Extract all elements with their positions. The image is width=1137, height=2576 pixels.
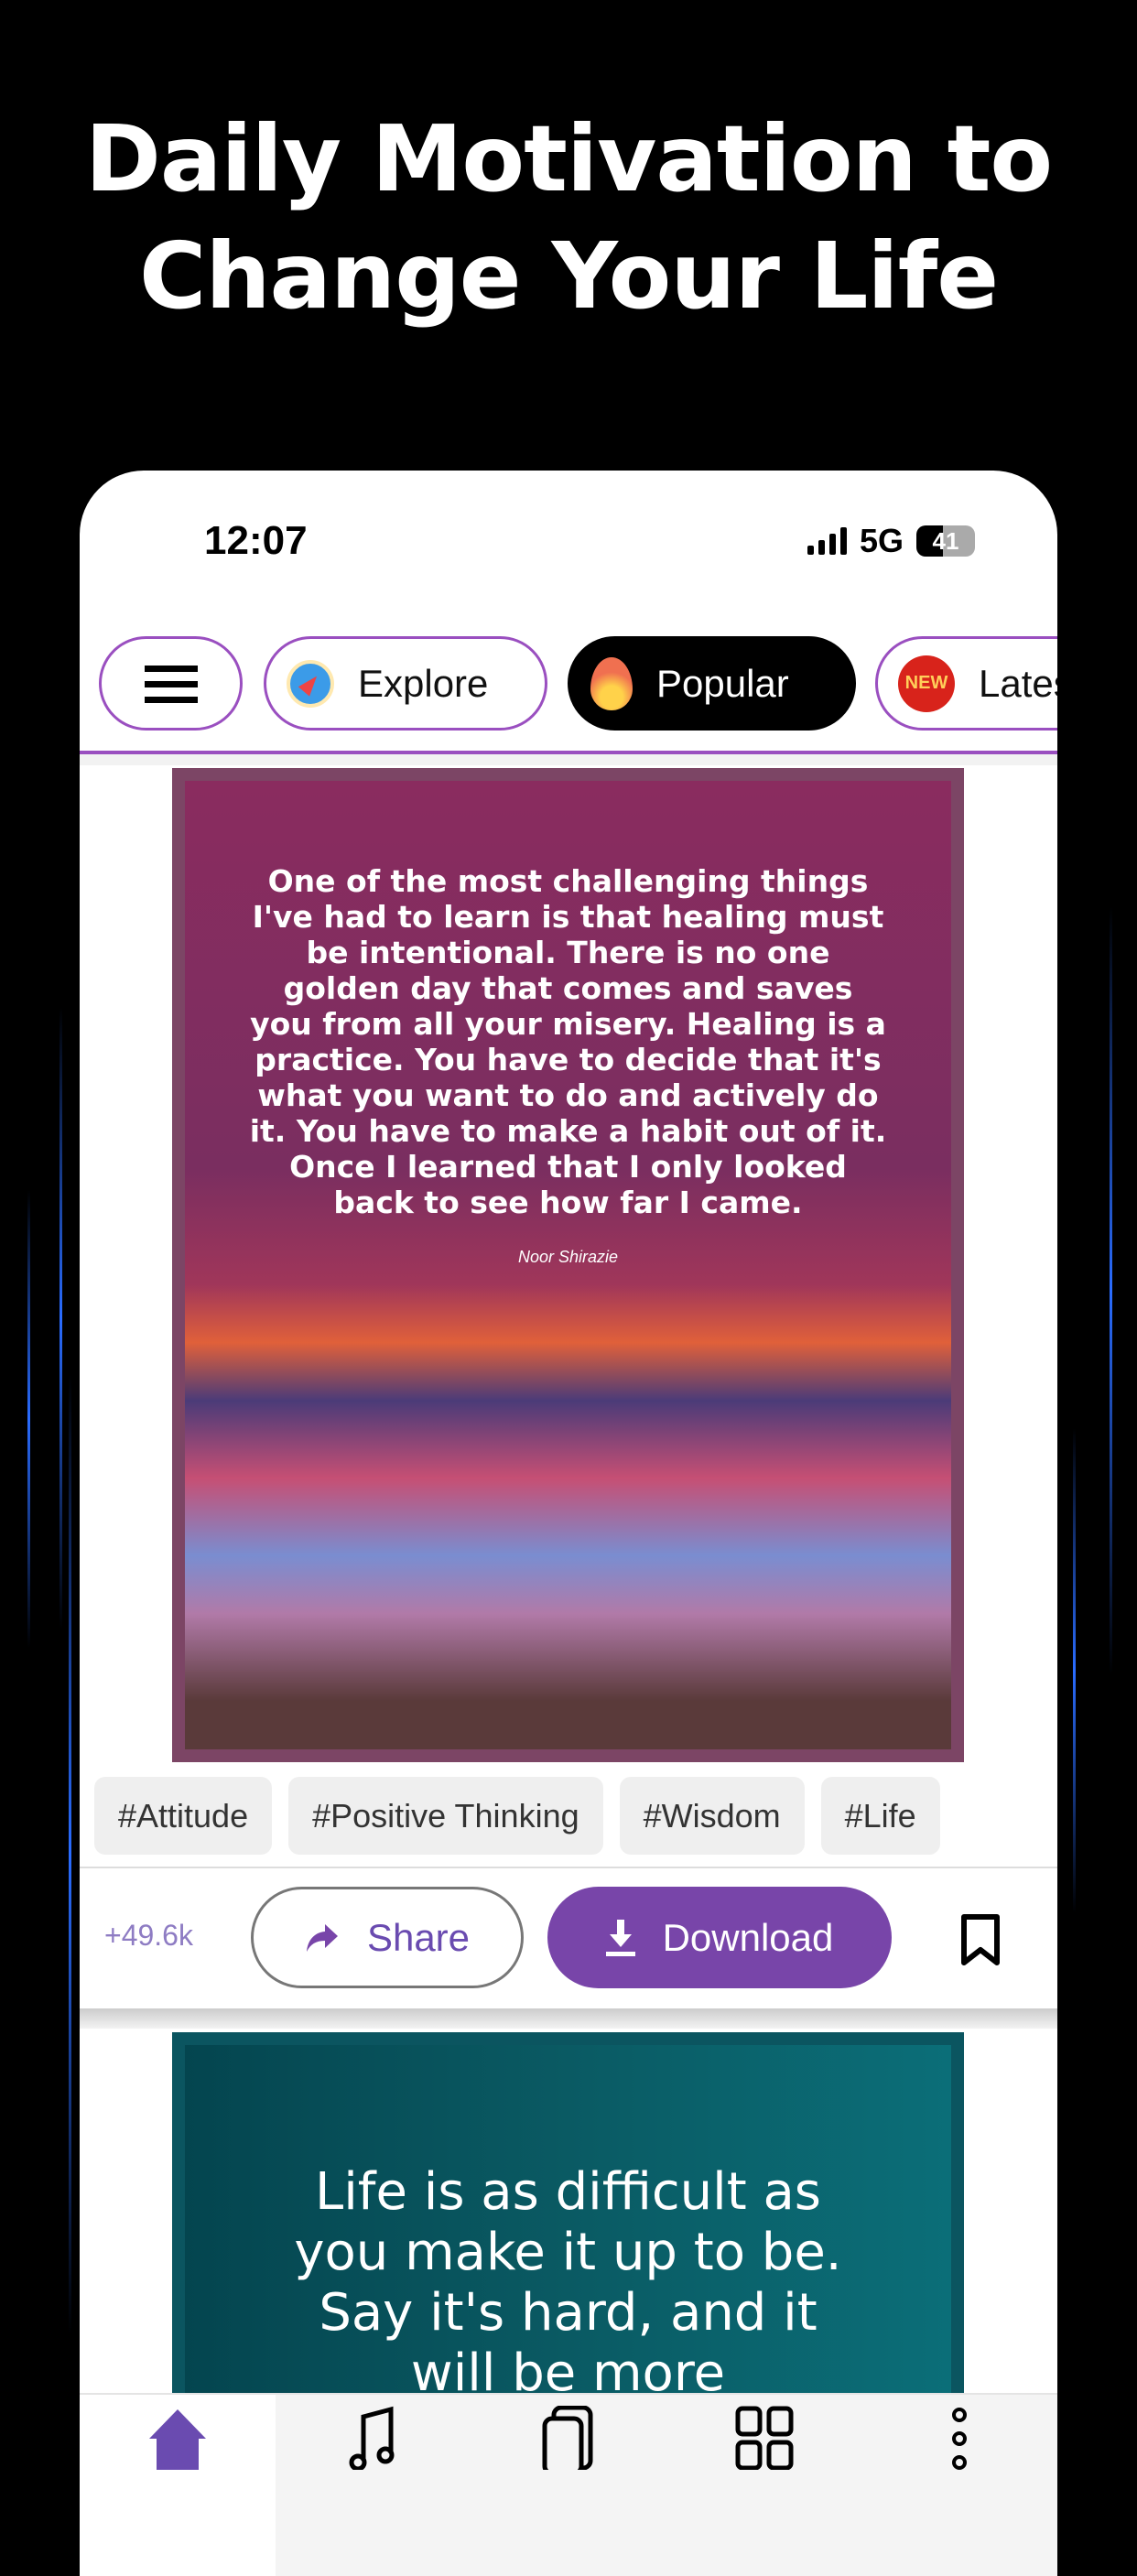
light-streak: [1073, 1428, 1076, 1913]
share-label: Share: [366, 1915, 471, 1959]
quote-author: Noor Shirazie: [517, 1248, 619, 1266]
tab-label: Popular: [656, 661, 789, 705]
download-button[interactable]: Download: [547, 1887, 892, 1988]
nav-home[interactable]: [80, 2395, 276, 2576]
menu-button[interactable]: [99, 636, 243, 731]
status-time: 12:07: [204, 518, 308, 563]
light-streak: [1110, 906, 1112, 1675]
divider: [80, 754, 1057, 765]
category-tabs: Explore Popular NEW Latest: [80, 636, 1057, 731]
light-streak: [60, 1007, 62, 1629]
tag-chip[interactable]: #Positive Thinking: [288, 1777, 603, 1855]
tab-popular[interactable]: Popular: [568, 636, 856, 731]
tag-chip[interactable]: #Wisdom: [619, 1777, 805, 1855]
headline-line: Daily Motivation to: [84, 105, 1053, 212]
light-streak: [27, 1190, 30, 1648]
nav-categories[interactable]: [666, 2395, 862, 2576]
quote-image[interactable]: One of the most challenging things I've …: [172, 768, 964, 1762]
light-streak: [69, 1373, 71, 2334]
headline: Daily Motivation to Change Your Life: [0, 101, 1137, 335]
tag-chip[interactable]: #Life: [820, 1777, 940, 1855]
divider: [80, 1867, 1057, 1868]
menu-icon: [144, 665, 198, 703]
nav-saved[interactable]: [471, 2395, 666, 2576]
share-count: +49.6k: [104, 1919, 193, 1952]
new-badge-icon: NEW: [898, 655, 955, 712]
download-icon: [605, 1919, 635, 1956]
share-icon: [306, 1923, 338, 1952]
bookmark-icon[interactable]: [960, 1913, 1001, 1966]
phone-screen: 12:07 5G 41 Explore Popular NEW Latest O…: [80, 471, 1057, 2576]
tab-latest[interactable]: NEW Latest: [875, 636, 1057, 731]
share-button[interactable]: Share: [251, 1887, 524, 1988]
nav-music[interactable]: [276, 2395, 471, 2576]
card-separator: [80, 2008, 1057, 2029]
signal-icon: [807, 527, 847, 555]
battery-icon: 41: [916, 525, 975, 557]
tag-chip[interactable]: #Attitude: [94, 1777, 273, 1855]
tab-explore[interactable]: Explore: [264, 636, 547, 731]
quote-text: Life is as difficult as you make it up t…: [294, 2162, 842, 2417]
download-label: Download: [662, 1915, 834, 1959]
fire-icon: [590, 656, 633, 710]
compass-icon: [287, 659, 334, 708]
quote-text: One of the most challenging things I've …: [249, 863, 887, 1220]
nav-more[interactable]: [861, 2395, 1057, 2576]
network-label: 5G: [859, 522, 904, 559]
quote-image[interactable]: Life is as difficult as you make it up t…: [172, 2032, 964, 2417]
status-icons: 5G 41: [807, 522, 975, 560]
tab-label: Explore: [358, 661, 489, 705]
tab-label: Latest: [979, 661, 1057, 705]
bottom-nav: [80, 2393, 1057, 2576]
tag-list: #Attitude #Positive Thinking #Wisdom #Li…: [94, 1777, 940, 1855]
headline-line: Change Your Life: [138, 222, 999, 330]
